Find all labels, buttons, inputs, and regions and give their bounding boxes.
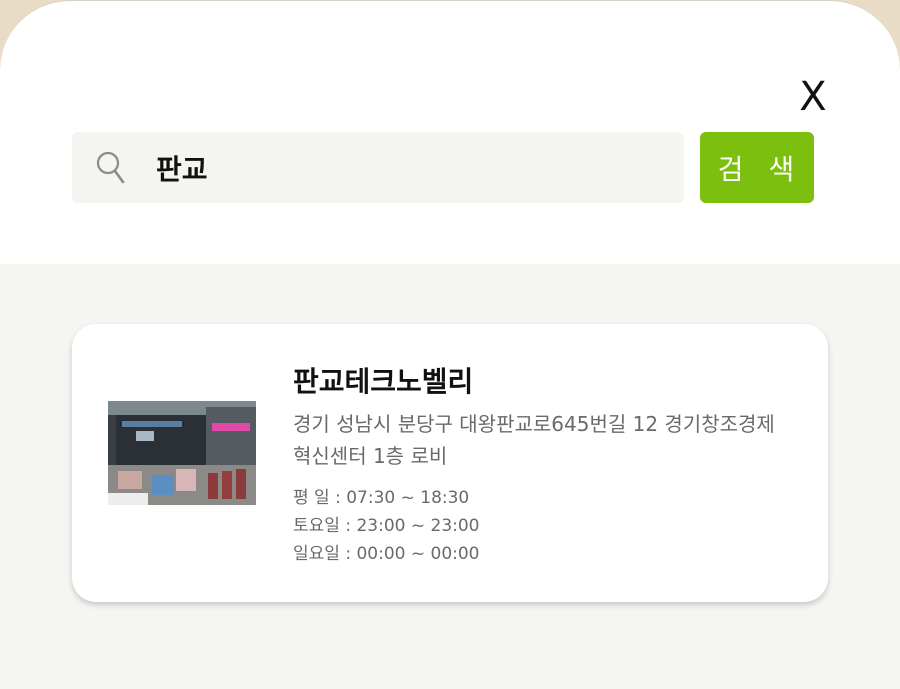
opening-hours: 평 일 : 07:30 ~ 18:30 토요일 : 23:00 ~ 23:00 … [293,484,480,568]
results-list: 판교테크노벨리 경기 성남시 분당구 대왕판교로645번길 12 경기창조경제혁… [0,264,900,689]
store-address: 경기 성남시 분당구 대왕판교로645번길 12 경기창조경제혁신센터 1층 로… [293,412,775,468]
store-search-sheet: X 검 색 [0,0,900,689]
store-result-card[interactable]: 판교테크노벨리 경기 성남시 분당구 대왕판교로645번길 12 경기창조경제혁… [72,324,828,602]
store-name: 판교테크노벨리 [293,365,474,398]
search-icon [96,151,125,184]
hours-saturday: 토요일 : 23:00 ~ 23:00 [293,516,480,536]
hours-sunday: 일요일 : 00:00 ~ 00:00 [293,544,480,564]
search-button[interactable]: 검 색 [700,132,814,203]
close-button[interactable]: X [796,75,830,119]
hours-weekday: 평 일 : 07:30 ~ 18:30 [293,488,470,508]
store-photo [108,401,256,505]
search-box [72,132,684,203]
search-input[interactable] [154,144,658,192]
